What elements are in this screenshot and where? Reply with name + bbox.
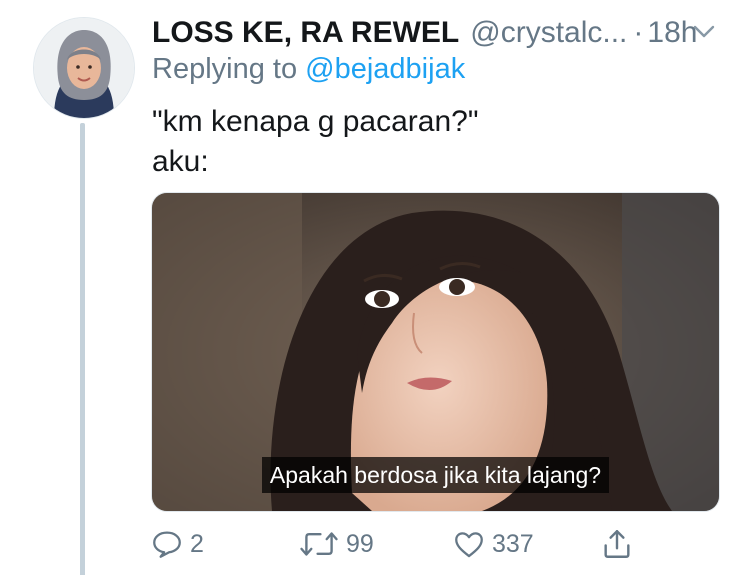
reply-icon <box>153 531 181 558</box>
retweet-icon <box>300 532 338 556</box>
like-icon <box>455 532 483 558</box>
author-name[interactable]: LOSS KE, RA REWEL <box>152 16 459 50</box>
replying-to: Replying to @bejadbijak <box>152 53 465 86</box>
replying-mention-link[interactable]: @bejadbijak <box>305 53 465 85</box>
reply-count: 2 <box>190 529 204 558</box>
media-subtitle-text: Apakah berdosa jika kita lajang? <box>261 457 610 493</box>
tweet-text-line-1: "km kenapa g pacaran?" <box>152 105 479 138</box>
reply-button[interactable]: 2 <box>150 524 204 564</box>
author-handle[interactable]: @crystalc... <box>470 16 627 50</box>
chevron-down-icon[interactable] <box>690 17 718 45</box>
separator: · <box>633 16 644 49</box>
tweet-text-line-2: aku: <box>152 145 209 178</box>
avatar[interactable] <box>33 17 135 119</box>
like-count: 337 <box>492 529 534 558</box>
thread-line <box>80 123 85 575</box>
retweet-button[interactable]: 99 <box>298 524 374 564</box>
like-button[interactable]: 337 <box>452 524 534 564</box>
tweet-text: "km kenapa g pacaran?" aku: <box>152 102 479 182</box>
tweet-header: LOSS KE, RA REWEL @crystalc... · 18h <box>152 13 730 53</box>
avatar-image <box>34 18 134 118</box>
share-icon <box>604 530 630 558</box>
tweet: LOSS KE, RA REWEL @crystalc... · 18h Rep… <box>0 0 750 575</box>
media-image[interactable]: Apakah berdosa jika kita lajang? <box>151 192 720 512</box>
retweet-count: 99 <box>346 529 374 558</box>
action-bar: 2 99 337 <box>150 524 650 564</box>
replying-prefix: Replying to <box>152 53 306 85</box>
media-subtitle: Apakah berdosa jika kita lajang? <box>152 457 719 493</box>
share-button[interactable] <box>600 524 640 564</box>
